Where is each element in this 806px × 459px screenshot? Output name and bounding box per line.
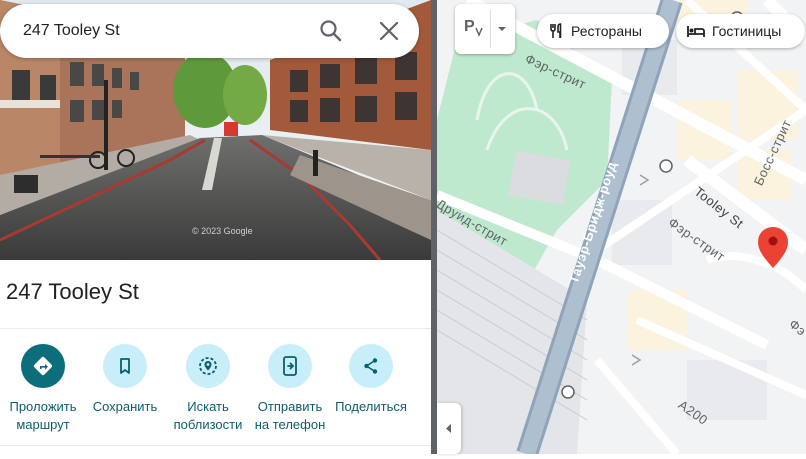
close-button[interactable] [374,16,404,46]
chevron-left-icon [446,424,451,433]
nearby-label-2: поблизости [173,417,243,432]
photo-watermark: © 2023 Google [192,226,253,236]
send-to-phone-icon [268,344,312,388]
chevron-down-icon[interactable] [495,22,509,36]
directions-icon [21,344,65,388]
directions-label-2: маршрут [16,417,70,432]
map-layers-button[interactable]: Р [455,4,515,54]
restaurants-chip[interactable]: Рестораны [537,14,669,48]
hotels-chip[interactable]: Гостиницы [676,14,805,48]
bookmark-icon [103,344,147,388]
nearby-button[interactable]: Искать поблизости [166,344,250,434]
divider [0,445,431,446]
divider [0,328,431,329]
share-label: Поделиться [335,399,407,414]
save-button[interactable]: Сохранить [83,344,167,416]
send-to-phone-button[interactable]: Отправить на телефон [248,344,332,434]
search-icon [320,20,342,42]
nearby-icon [186,344,230,388]
hotel-icon [687,26,705,37]
collapse-panel-button[interactable] [437,403,461,454]
save-label: Сохранить [92,399,158,414]
restaurant-icon [550,23,562,38]
close-icon [379,21,399,41]
search-button[interactable] [316,16,346,46]
place-panel: © 2023 Google 247 Tooley St 247 Tooley S… [0,0,431,454]
layers-icon [475,27,483,37]
search-box[interactable]: 247 Tooley St [0,4,419,58]
directions-button[interactable]: Проложить маршрут [1,344,85,434]
hotels-label: Гостиницы [712,23,782,39]
map-canvas[interactable]: Фэр-стрит Фэр-стрит Tooley St Босс-стрит… [437,0,806,454]
place-title: 247 Tooley St [6,279,139,304]
send-to-phone-label-1: Отправить [257,399,323,414]
share-icon [349,344,393,388]
search-input[interactable]: 247 Tooley St [23,4,120,58]
nearby-label-1: Искать [187,399,229,414]
send-to-phone-label-2: на телефон [254,417,326,432]
share-button[interactable]: Поделиться [329,344,413,416]
directions-label-1: Проложить [9,399,77,414]
restaurants-label: Рестораны [571,23,642,39]
